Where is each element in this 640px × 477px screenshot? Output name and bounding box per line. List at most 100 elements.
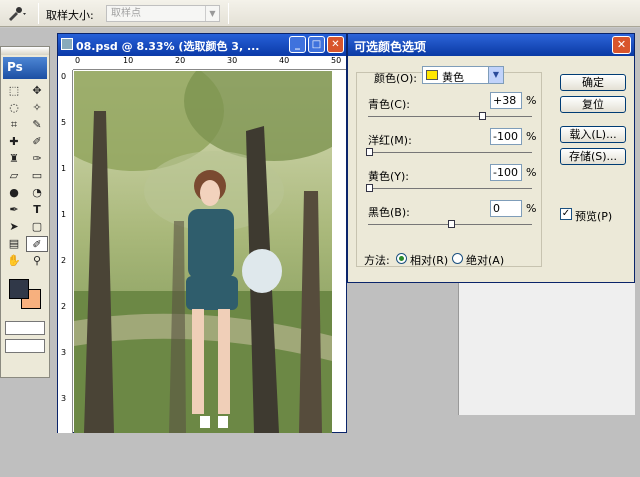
close-icon[interactable]: ✕ bbox=[612, 36, 631, 54]
history-brush-icon[interactable]: ✑ bbox=[26, 151, 48, 167]
shape-icon[interactable]: ▢ bbox=[26, 219, 48, 235]
document-window: 08.psd @ 8.33% (选取颜色 3, ... _ □ ✕ 0 10 2… bbox=[57, 33, 347, 433]
window-buttons: _ □ ✕ bbox=[289, 36, 344, 53]
move-icon[interactable]: ✥ bbox=[26, 83, 48, 99]
cyan-input[interactable]: +38 bbox=[490, 92, 522, 109]
healing-icon[interactable]: ✚ bbox=[3, 134, 25, 150]
cyan-slider-track[interactable] bbox=[368, 116, 532, 117]
ruler-label: 1 bbox=[61, 164, 67, 173]
black-slider-thumb[interactable] bbox=[448, 220, 455, 228]
ruler-label: 0 bbox=[61, 72, 67, 81]
stamp-icon[interactable]: ♜ bbox=[3, 151, 25, 167]
ruler-label: 0 bbox=[75, 56, 81, 65]
dialog-title: 可选颜色选项 bbox=[354, 40, 427, 54]
method-label: 方法: bbox=[364, 254, 390, 267]
lasso-icon[interactable]: ◌ bbox=[3, 100, 25, 116]
color-select-value: 黄色 bbox=[442, 71, 464, 84]
notes-icon[interactable]: ▤ bbox=[3, 236, 25, 252]
crop-icon[interactable]: ⌗ bbox=[3, 117, 25, 133]
black-label: 黑色(B): bbox=[368, 206, 410, 219]
horizontal-ruler: 0 10 20 30 40 50 bbox=[73, 56, 346, 70]
percent-label: % bbox=[526, 94, 537, 107]
color-label: 颜色(O): bbox=[374, 72, 417, 85]
ruler-label: 5 bbox=[61, 118, 67, 127]
brush-icon[interactable]: ✐ bbox=[26, 134, 48, 150]
zoom-icon[interactable]: ⚲ bbox=[26, 253, 48, 269]
yellow-label: 黄色(Y): bbox=[368, 170, 410, 183]
photo-girl-in-park bbox=[74, 71, 332, 433]
quick-mask-button[interactable] bbox=[5, 321, 45, 335]
relative-label: 相对(R) bbox=[410, 254, 449, 267]
yellow-input[interactable]: -100 bbox=[490, 164, 522, 181]
ruler-label: 2 bbox=[61, 302, 67, 311]
screen-mode-button[interactable] bbox=[5, 339, 45, 353]
sample-size-select[interactable]: 取样点 ▼ bbox=[106, 5, 220, 22]
preview-label: 预览(P) bbox=[575, 210, 613, 223]
document-titlebar[interactable]: 08.psd @ 8.33% (选取颜色 3, ... _ □ ✕ bbox=[58, 34, 346, 56]
magenta-slider-thumb[interactable] bbox=[366, 148, 373, 156]
minimize-button[interactable]: _ bbox=[289, 36, 306, 53]
ok-button[interactable]: 确定 bbox=[560, 74, 626, 91]
hand-icon[interactable]: ✋ bbox=[3, 253, 25, 269]
magenta-input[interactable]: -100 bbox=[490, 128, 522, 145]
ruler-label: 50 bbox=[331, 56, 342, 65]
eyedropper-icon[interactable]: ✐ bbox=[26, 236, 48, 252]
color-select[interactable]: 黄色 ▼ bbox=[422, 66, 504, 84]
ruler-label: 1 bbox=[61, 210, 67, 219]
relative-radio[interactable] bbox=[396, 253, 407, 264]
path-select-icon[interactable]: ➤ bbox=[3, 219, 25, 235]
gradient-icon[interactable]: ▭ bbox=[26, 168, 48, 184]
chevron-down-icon: ▼ bbox=[205, 6, 219, 21]
cyan-slider-thumb[interactable] bbox=[479, 112, 486, 120]
percent-label: % bbox=[526, 166, 537, 179]
ruler-label: 10 bbox=[123, 56, 134, 65]
absolute-radio[interactable] bbox=[452, 253, 463, 264]
magic-wand-icon[interactable]: ✧ bbox=[26, 100, 48, 116]
background-panel bbox=[458, 283, 635, 415]
vertical-ruler: 0 5 1 1 2 2 3 3 bbox=[58, 70, 73, 433]
options-bar: 取样大小: 取样点 ▼ bbox=[0, 0, 640, 27]
foreground-color-swatch[interactable] bbox=[9, 279, 29, 299]
load-button[interactable]: 载入(L)... bbox=[560, 126, 626, 143]
pen-icon[interactable]: ✒ bbox=[3, 202, 25, 218]
marquee-icon[interactable]: ⬚ bbox=[3, 83, 25, 99]
black-input[interactable]: 0 bbox=[490, 200, 522, 217]
maximize-button[interactable]: □ bbox=[308, 36, 325, 53]
tool-grid: ⬚ ✥ ◌ ✧ ⌗ ✎ ✚ ✐ ♜ ✑ ▱ ▭ ● ◔ ✒ T ➤ ▢ ▤ ✐ … bbox=[1, 81, 49, 271]
chevron-down-icon: ▼ bbox=[488, 67, 503, 83]
yellow-swatch bbox=[426, 70, 438, 80]
save-button[interactable]: 存储(S)... bbox=[560, 148, 626, 165]
reset-button[interactable]: 复位 bbox=[560, 96, 626, 113]
magenta-label: 洋红(M): bbox=[368, 134, 412, 147]
ruler-label: 3 bbox=[61, 348, 67, 357]
close-button[interactable]: ✕ bbox=[327, 36, 344, 53]
sample-size-label: 取样大小: bbox=[46, 9, 94, 22]
document-canvas[interactable] bbox=[74, 71, 332, 433]
toolbox: Ps ⬚ ✥ ◌ ✧ ⌗ ✎ ✚ ✐ ♜ ✑ ▱ ▭ ● ◔ ✒ T ➤ ▢ ▤… bbox=[0, 46, 50, 378]
absolute-label: 绝对(A) bbox=[466, 254, 505, 267]
document-icon bbox=[61, 38, 73, 50]
separator bbox=[228, 3, 229, 24]
toolbox-grip[interactable] bbox=[1, 47, 49, 55]
percent-label: % bbox=[526, 202, 537, 215]
yellow-slider-thumb[interactable] bbox=[366, 184, 373, 192]
ruler-label: 2 bbox=[61, 256, 67, 265]
separator bbox=[38, 3, 39, 24]
preview-checkbox[interactable]: ✓ bbox=[560, 208, 572, 220]
dodge-icon[interactable]: ◔ bbox=[26, 185, 48, 201]
blur-icon[interactable]: ● bbox=[3, 185, 25, 201]
selective-color-dialog: 可选颜色选项 ✕ 颜色(O): 黄色 ▼ 青色(C): +38 % 洋红(M):… bbox=[347, 33, 635, 283]
ruler-label: 30 bbox=[227, 56, 238, 65]
dialog-titlebar[interactable]: 可选颜色选项 ✕ bbox=[348, 34, 634, 56]
yellow-slider-track[interactable] bbox=[368, 188, 532, 189]
magenta-slider-track[interactable] bbox=[368, 152, 532, 153]
cyan-label: 青色(C): bbox=[368, 98, 410, 111]
ruler-label: 3 bbox=[61, 394, 67, 403]
type-icon[interactable]: T bbox=[26, 202, 48, 218]
ruler-label: 20 bbox=[175, 56, 186, 65]
eraser-icon[interactable]: ▱ bbox=[3, 168, 25, 184]
color-swatches bbox=[3, 275, 47, 317]
slice-icon[interactable]: ✎ bbox=[26, 117, 48, 133]
ps-logo[interactable]: Ps bbox=[3, 57, 47, 79]
eyedropper-tool-icon[interactable] bbox=[6, 6, 28, 21]
